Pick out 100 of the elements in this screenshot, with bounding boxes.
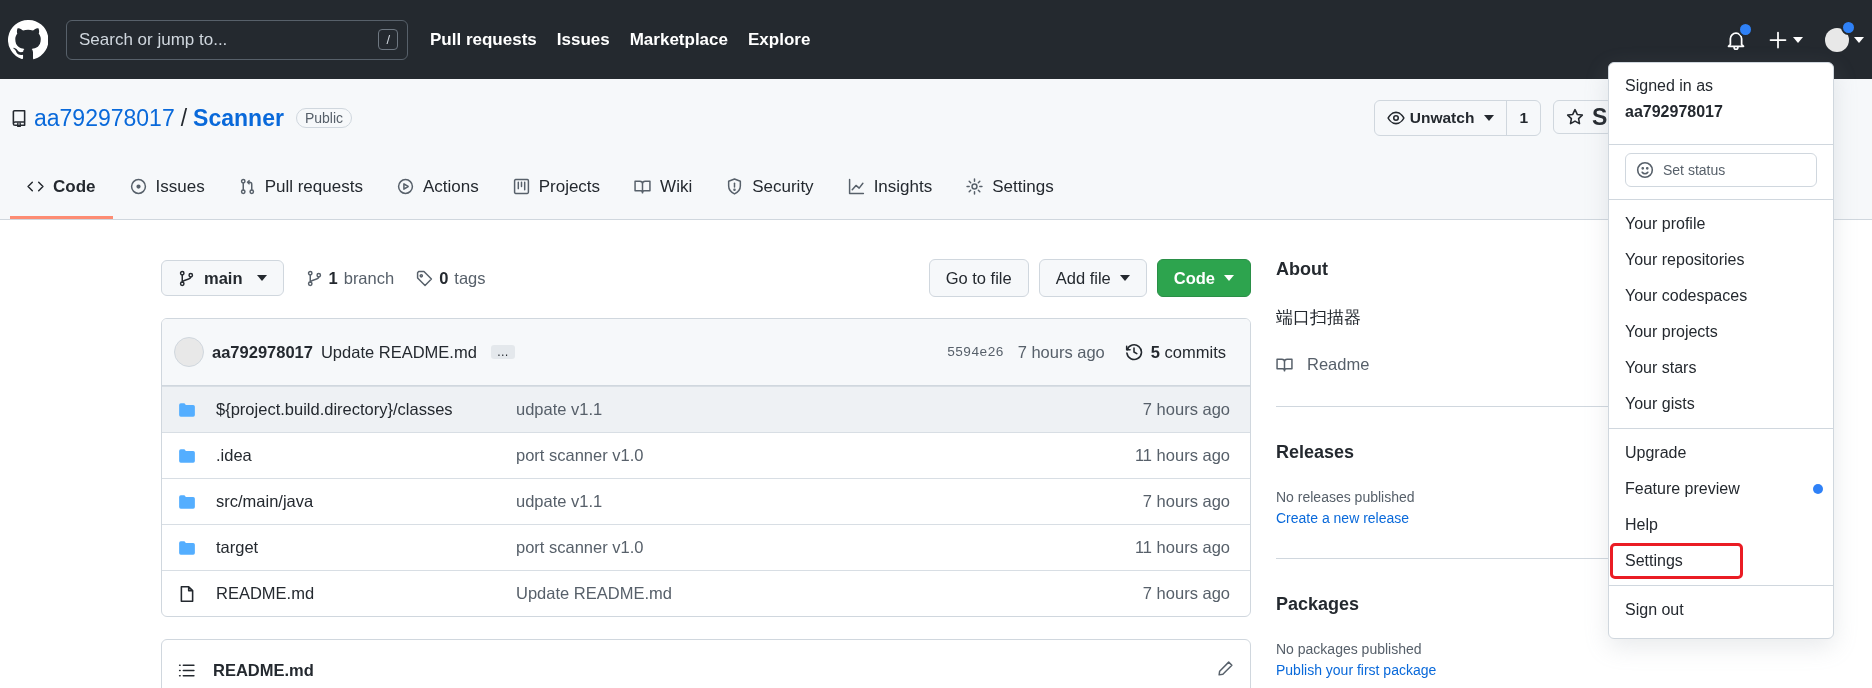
repo-owner-link[interactable]: aa792978017: [34, 104, 175, 132]
file-icon: [178, 584, 196, 603]
branches-link[interactable]: 1 branch: [305, 268, 395, 288]
caret-icon: [1119, 275, 1130, 281]
list-icon: [178, 661, 195, 679]
caret-icon: [1484, 115, 1495, 121]
file-name[interactable]: target: [216, 538, 516, 557]
pull-request-icon: [238, 178, 256, 195]
circle-dot-icon: [129, 178, 147, 195]
publish-package-link[interactable]: Publish your first package: [1276, 662, 1437, 678]
file-name[interactable]: ${project.build.directory}/classes: [216, 400, 516, 419]
about-heading: About: [1276, 258, 1328, 280]
commit-author[interactable]: aa792978017: [212, 342, 313, 362]
book-icon: [1276, 356, 1293, 373]
menu-item[interactable]: Sign out: [1609, 594, 1833, 627]
set-status-button[interactable]: Set status: [1625, 153, 1817, 188]
branch-selector[interactable]: main: [161, 260, 284, 296]
history-icon: [1124, 343, 1143, 361]
add-file-button[interactable]: Add file: [1038, 259, 1147, 297]
nav-link[interactable]: Marketplace: [629, 29, 728, 50]
commit-message[interactable]: udpate v1.1: [516, 492, 1143, 511]
releases-heading: Releases: [1276, 441, 1355, 463]
keyboard-shortcut: /: [378, 28, 398, 50]
avatar[interactable]: [1825, 27, 1849, 52]
commit-time: 7 hours ago: [1017, 342, 1105, 362]
star-icon: [1566, 108, 1584, 126]
commit-time: 11 hours ago: [1134, 538, 1230, 557]
menu-item[interactable]: Settings: [1612, 545, 1741, 578]
create-release-link[interactable]: Create a new release: [1276, 510, 1410, 526]
repo-tab[interactable]: Wiki: [617, 157, 710, 219]
commit-message[interactable]: port scanner v1.0: [516, 538, 1135, 557]
empty-note: No releases published: [1276, 489, 1415, 505]
menu-item[interactable]: Upgrade: [1609, 437, 1833, 470]
repo-tab[interactable]: Security: [709, 157, 831, 219]
commit-time: 7 hours ago: [1142, 400, 1230, 419]
unwatch-button[interactable]: Unwatch: [1374, 101, 1507, 135]
menu-item[interactable]: Your projects: [1609, 316, 1833, 349]
menu-item[interactable]: Your gists: [1609, 388, 1833, 421]
caret-icon: [1224, 275, 1234, 281]
commit-time: 11 hours ago: [1134, 446, 1230, 465]
readme-link[interactable]: Readme: [1307, 355, 1370, 374]
repo-name-link[interactable]: Scanner: [193, 104, 284, 132]
commit-time: 7 hours ago: [1142, 492, 1230, 511]
eye-icon: [1386, 109, 1405, 127]
nav-link[interactable]: Explore: [748, 29, 811, 50]
tags-link[interactable]: 0 tags: [416, 268, 486, 288]
repo-icon: [10, 109, 28, 127]
caret-icon: [256, 275, 267, 281]
repo-tab[interactable]: Projects: [495, 157, 618, 219]
graph-icon: [847, 178, 865, 195]
repo-tab[interactable]: Code: [10, 157, 113, 219]
commit-message[interactable]: port scanner v1.0: [516, 446, 1135, 465]
nav-link[interactable]: Pull requests: [430, 29, 537, 50]
smiley-icon: [1636, 161, 1654, 180]
commit-sha[interactable]: 5594e26: [946, 344, 1004, 360]
repo-tab[interactable]: Insights: [830, 157, 950, 219]
book-icon: [634, 178, 652, 195]
pencil-icon: [1217, 659, 1234, 677]
file-name[interactable]: src/main/java: [216, 492, 516, 511]
folder-icon: [178, 446, 196, 465]
gear-icon: [966, 178, 984, 195]
signed-in-label: Signed in as: [1625, 76, 1715, 96]
path-separator: /: [180, 104, 188, 132]
commit-message[interactable]: Update README.md: [320, 342, 477, 362]
commit-message[interactable]: udpate v1.1: [516, 400, 1143, 419]
caret-icon: [1854, 36, 1864, 43]
commit-message[interactable]: Update README.md: [516, 584, 1143, 603]
file-name[interactable]: .idea: [216, 446, 516, 465]
branch-icon: [305, 269, 323, 287]
folder-icon: [178, 492, 196, 511]
commits-link[interactable]: 5 commits: [1150, 342, 1226, 362]
repo-tab[interactable]: Issues: [112, 157, 222, 219]
project-board-icon: [512, 178, 530, 195]
menu-item[interactable]: Your profile: [1609, 208, 1833, 241]
expand-button[interactable]: …: [490, 345, 515, 359]
repo-description: 端口扫描器: [1276, 307, 1361, 329]
username: aa792978017: [1625, 101, 1724, 122]
shield-icon: [726, 178, 744, 195]
go-to-file-button[interactable]: Go to file: [928, 259, 1029, 297]
menu-item[interactable]: Your stars: [1609, 352, 1833, 385]
readme-title[interactable]: README.md: [213, 660, 314, 680]
watcher-count[interactable]: 1: [1506, 101, 1540, 135]
file-name[interactable]: README.md: [216, 584, 516, 603]
commit-time: 7 hours ago: [1142, 584, 1230, 603]
caret-icon: [1793, 36, 1803, 43]
folder-icon: [178, 400, 196, 419]
bell-icon: [1726, 29, 1746, 50]
folder-icon: [178, 538, 196, 557]
tag-icon: [416, 269, 434, 287]
nav-link[interactable]: Issues: [556, 29, 610, 50]
repo-tab[interactable]: Settings: [949, 157, 1071, 219]
github-logo[interactable]: [8, 19, 48, 60]
menu-item[interactable]: Feature preview: [1609, 473, 1833, 506]
repo-tab[interactable]: Actions: [379, 157, 496, 219]
menu-item[interactable]: Your codespaces: [1609, 280, 1833, 313]
author-avatar: [174, 337, 204, 367]
repo-tab[interactable]: Pull requests: [221, 157, 380, 219]
menu-item[interactable]: Help: [1609, 509, 1833, 542]
menu-item[interactable]: Your repositories: [1609, 244, 1833, 277]
empty-note: No packages published: [1276, 641, 1422, 657]
